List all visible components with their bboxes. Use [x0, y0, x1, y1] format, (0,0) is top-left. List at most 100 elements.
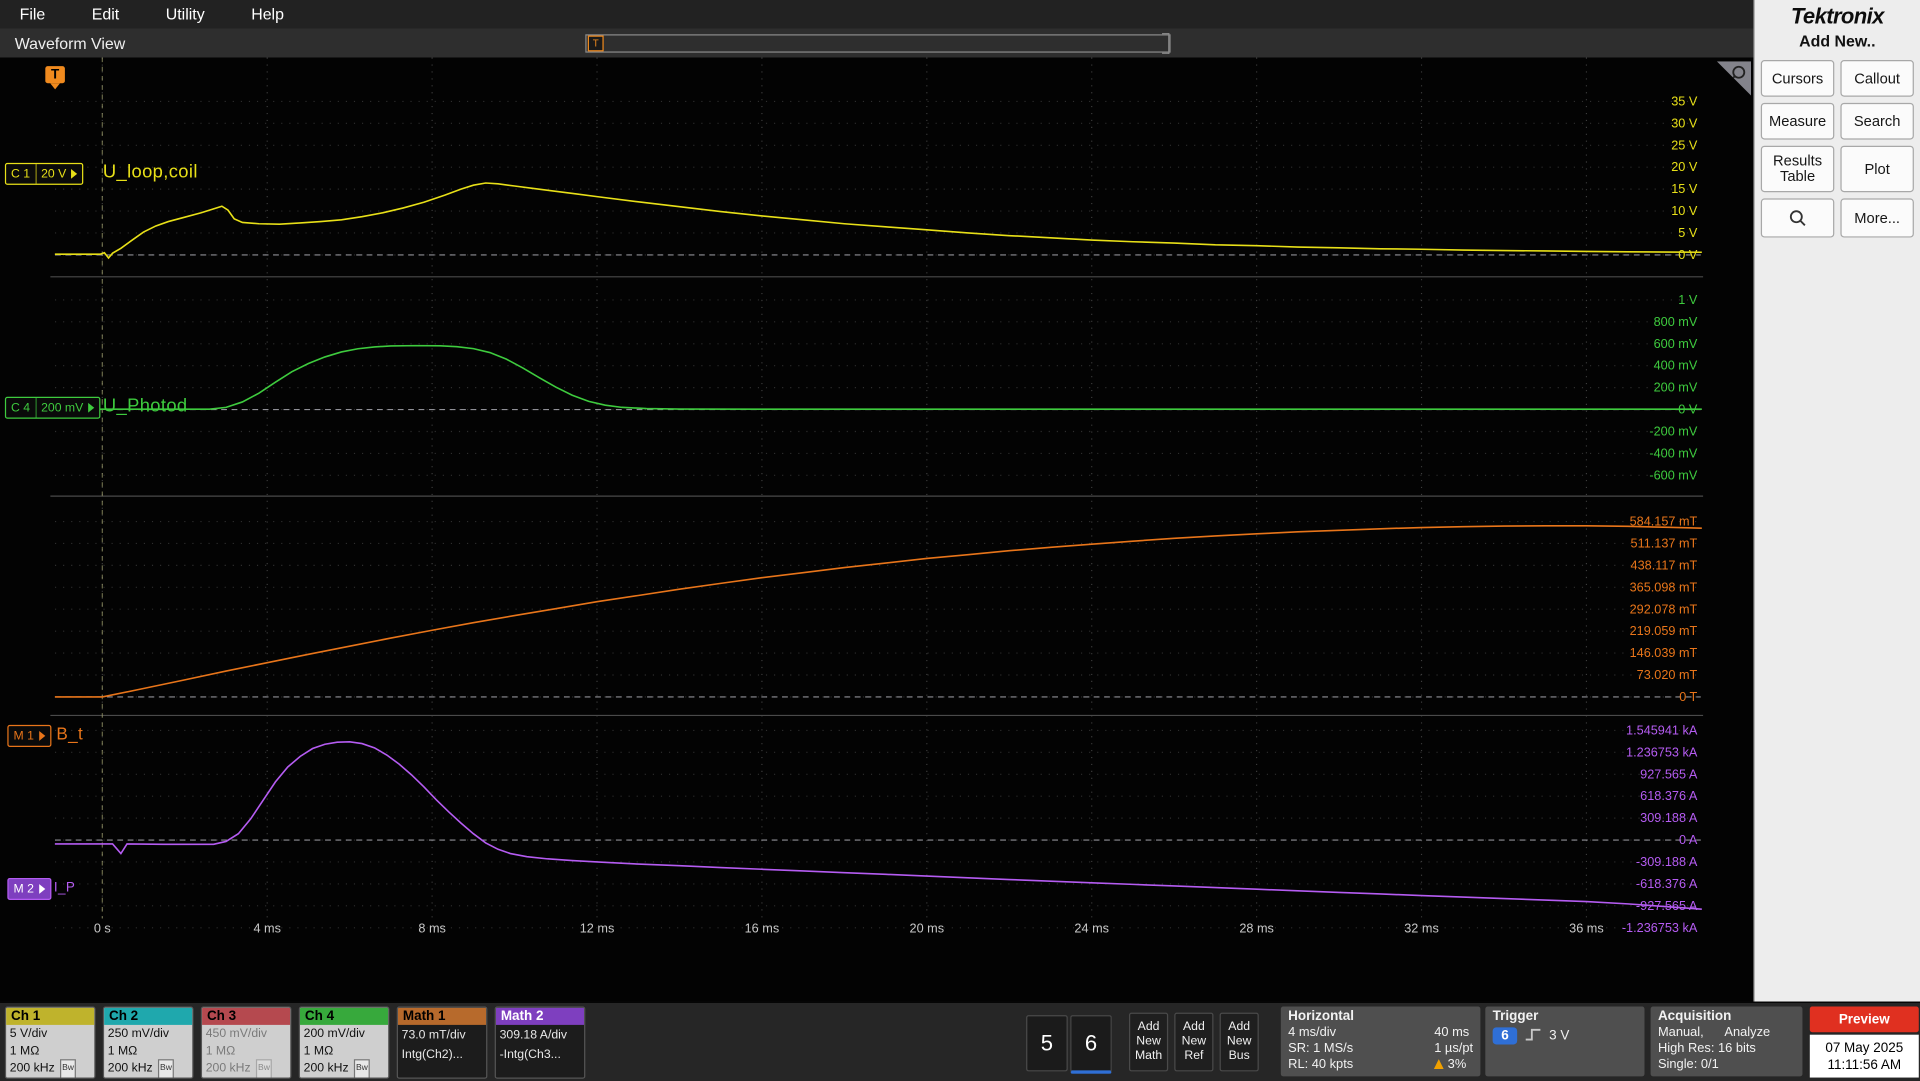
channel-badge-c1[interactable]: C 1 20 V	[4, 162, 84, 185]
channel-badge-row: 1 MΩ	[205, 1043, 236, 1058]
signal-label-bt: B_t	[56, 723, 84, 744]
channel-badge-row: 200 kHz Bw	[108, 1059, 189, 1078]
zoom-button[interactable]	[1760, 198, 1835, 238]
trigger-panel[interactable]: Trigger 6 3 V	[1485, 1006, 1645, 1077]
trigger-title: Trigger	[1492, 1008, 1539, 1024]
channel-badge-row: 200 mV/div	[303, 1027, 365, 1041]
right-panel: Tektronix Add New.. Cursors Callout Meas…	[1753, 0, 1920, 1002]
group-button-6[interactable]: 6	[1070, 1015, 1112, 1074]
menu-bar: File Edit Utility Help	[0, 0, 1754, 29]
channel-badge-row: 200 kHz Bw	[10, 1059, 91, 1078]
channel-badge-row: 250 mV/div	[107, 1027, 170, 1041]
channel-badge-body: 450 mV/div 1 MΩ 200 kHz Bw	[202, 1025, 290, 1078]
scale-label: -600 mV	[1649, 468, 1697, 482]
callout-button[interactable]: Callout	[1840, 60, 1914, 97]
bottom-settings-bar: Ch 15 V/div 1 MΩ 200 kHz Bw Ch 2 250 mV/div 1 …	[0, 1001, 1920, 1081]
scale-label: 25 V	[1671, 138, 1698, 152]
channel-badge-math-2[interactable]: Math 2 309.18 A/div -Intg(Ch3...	[494, 1006, 586, 1079]
channel-badge-row: Intg(Ch2)...	[401, 1048, 463, 1062]
results-table-button[interactable]: Results Table	[1760, 145, 1835, 193]
channel-badge-name: Math 1	[397, 1007, 487, 1025]
time-axis-label: 20 ms	[910, 921, 945, 935]
trigger-position-icon[interactable]: T	[587, 35, 604, 52]
scale-label: 511.137 mT	[1631, 536, 1698, 550]
trace-math2	[54, 741, 1702, 910]
math-badge-m2[interactable]: M 2	[7, 877, 52, 900]
add-new-button-grid: Cursors Callout Measure Search Results T…	[1755, 60, 1920, 238]
c4-badge-scale: 200 mV	[41, 401, 84, 415]
scale-label: 600 mV	[1654, 337, 1698, 351]
scale-label: -309.188 A	[1636, 855, 1698, 869]
bandwidth-icon: Bw	[255, 1059, 273, 1078]
scale-label: 0 A	[1679, 833, 1698, 847]
channel-badge-body: 309.18 A/div -Intg(Ch3...	[496, 1025, 584, 1067]
scale-label: -1.236753 kA	[1622, 921, 1698, 935]
menu-edit[interactable]: Edit	[72, 5, 146, 23]
waveform-plot-area[interactable]: 35 V 30 V 25 V 20 V 15 V 10 V 5 V 0 V 1 V 800 mV 6…	[0, 57, 1754, 1002]
menu-utility[interactable]: Utility	[146, 5, 231, 23]
channel-badge-c4[interactable]: C 4 200 mV	[4, 396, 101, 419]
signal-label-ip: I_P	[53, 880, 76, 896]
plot-button[interactable]: Plot	[1840, 145, 1914, 193]
channel-badge-row: 5 V/div	[9, 1027, 48, 1041]
math-badge-m1[interactable]: M 1	[7, 724, 52, 747]
datetime-display: 07 May 2025 11:11:56 AM	[1809, 1034, 1919, 1078]
time-label: 11:11:56 AM	[1827, 1057, 1902, 1073]
scale-label: 438.117 mT	[1631, 558, 1698, 572]
horizontal-recordlength: RL: 40 kpts	[1288, 1056, 1354, 1072]
scale-label: 30 V	[1671, 116, 1698, 130]
add-new-math-button[interactable]: Add New Math	[1128, 1012, 1169, 1072]
channel-badge-row: 200 kHz Bw	[304, 1059, 385, 1078]
time-axis-label: 16 ms	[745, 921, 780, 935]
channel-badge-ch-2[interactable]: Ch 2 250 mV/div 1 MΩ 200 kHz Bw	[102, 1006, 194, 1079]
add-new-bus-button[interactable]: Add New Bus	[1219, 1012, 1259, 1072]
cursors-button[interactable]: Cursors	[1760, 60, 1835, 97]
time-axis-label: 32 ms	[1404, 921, 1439, 935]
channel-badge-row: 309.18 A/div	[499, 1028, 567, 1043]
trace-ch1	[54, 182, 1702, 260]
acquisition-panel[interactable]: Acquisition Manual, Analyze High Res: 16…	[1650, 1006, 1803, 1077]
scale-label: -400 mV	[1649, 446, 1697, 460]
signal-label-uloopcoil: U_loop,coil	[102, 161, 198, 183]
channel-badge-math-1[interactable]: Math 1 73.0 mT/div Intg(Ch2)...	[396, 1006, 488, 1079]
overview-endcap[interactable]	[1162, 33, 1170, 54]
menu-help[interactable]: Help	[232, 5, 311, 23]
more-button[interactable]: More...	[1840, 198, 1914, 238]
trigger-marker-icon[interactable]: T	[45, 66, 65, 90]
scale-label: 365.098 mT	[1630, 580, 1698, 594]
scale-label: 73.020 mT	[1637, 668, 1698, 682]
trigger-source-badge: 6	[1492, 1027, 1518, 1045]
horizontal-panel[interactable]: Horizontal 4 ms/div 40 ms SR: 1 MS/s 1 µ…	[1280, 1006, 1481, 1077]
channel-badge-row: 450 mV/div	[205, 1027, 267, 1041]
horizontal-samplerate: SR: 1 MS/s	[1288, 1040, 1354, 1056]
channel-badge-ch-4[interactable]: Ch 4 200 mV/div 1 MΩ 200 kHz Bw	[298, 1006, 390, 1079]
m2-badge-label: M 2	[13, 882, 34, 896]
horizontal-resolution: 1 µs/pt	[1434, 1040, 1474, 1056]
scale-label: -927.565 A	[1636, 899, 1698, 913]
scale-label: -200 mV	[1649, 425, 1697, 439]
channel-badge-ch-1[interactable]: Ch 1 5 V/div 1 MΩ 200 kHz Bw	[4, 1006, 96, 1079]
bandwidth-icon: Bw	[157, 1059, 175, 1078]
channel-badge-strip: Ch 15 V/div 1 MΩ 200 kHz Bw Ch 2 250 mV/div 1 …	[4, 1006, 586, 1079]
add-new-ref-button[interactable]: Add New Ref	[1174, 1012, 1214, 1072]
measure-button[interactable]: Measure	[1760, 102, 1835, 140]
group-button-5[interactable]: 5	[1026, 1015, 1068, 1072]
channel-badge-row: 1 MΩ	[303, 1043, 334, 1058]
channel-badge-body: 250 mV/div 1 MΩ 200 kHz Bw	[104, 1025, 192, 1078]
menu-file[interactable]: File	[0, 5, 72, 23]
search-button[interactable]: Search	[1840, 102, 1914, 140]
acquisition-resolution: High Res: 16 bits	[1657, 1040, 1756, 1056]
tektronix-logo: Tektronix	[1790, 3, 1885, 29]
channel-badge-row: 73.0 mT/div	[401, 1028, 466, 1043]
scale-label: 618.376 A	[1640, 789, 1698, 803]
scale-label: 20 V	[1671, 160, 1698, 174]
scale-label: 146.039 mT	[1630, 646, 1698, 660]
time-axis-label: 8 ms	[418, 921, 446, 935]
time-axis-label: 0 s	[94, 921, 111, 935]
channel-badge-ch-3[interactable]: Ch 3 450 mV/div 1 MΩ 200 kHz Bw	[200, 1006, 292, 1079]
zoom-overview-bar[interactable]: T	[585, 33, 1171, 54]
preview-button[interactable]: Preview	[1809, 1006, 1919, 1033]
scale-label: 292.078 mT	[1630, 602, 1698, 616]
scale-label: 400 mV	[1654, 359, 1698, 373]
magnifier-icon	[1789, 210, 1806, 226]
